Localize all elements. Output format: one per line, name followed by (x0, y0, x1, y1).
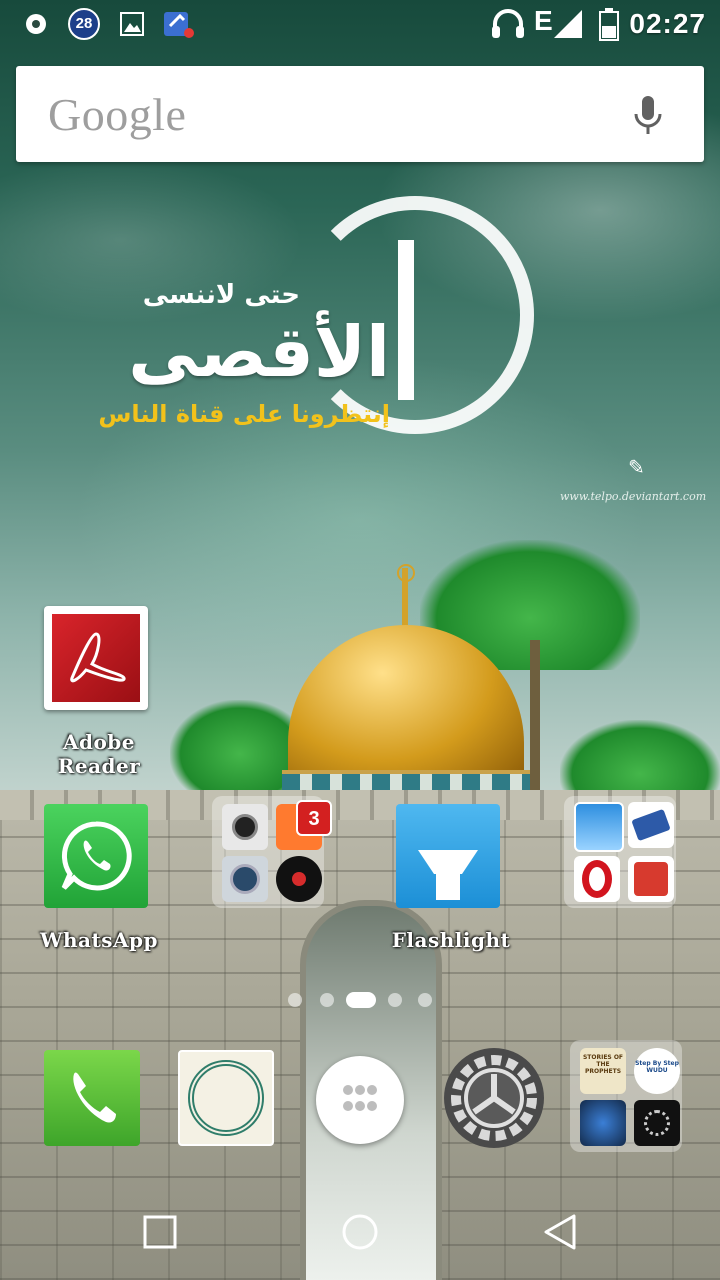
wallpaper-subtitle: إنتظرونا على قناة الناس (98, 400, 390, 428)
phone-handset-icon (73, 1072, 116, 1123)
palm-trunk (530, 640, 540, 800)
wallpaper-signature: ✎ (628, 455, 645, 479)
page-dot (320, 993, 334, 1007)
globe-icon (580, 1100, 626, 1146)
page-dot-active (346, 992, 376, 1008)
flashlight-shape-icon (418, 850, 478, 900)
islamic-folder[interactable]: STORIES OF THE PROPHETS Step By Step WUD… (570, 1040, 682, 1152)
flashlight-label[interactable]: Flashlight (376, 928, 526, 952)
app-folder-one[interactable]: 3 (212, 796, 332, 908)
wudu-icon: Step By Step WUDU (634, 1048, 680, 1094)
whatsapp-label[interactable]: WhatsApp (24, 928, 174, 952)
music-icon (276, 856, 322, 902)
back-button[interactable] (540, 1212, 580, 1252)
dock: STORIES OF THE PROPHETS Step By Step WUD… (0, 1030, 720, 1170)
wallpaper-title-large: الأقصى (128, 311, 390, 393)
page-dot (388, 993, 402, 1007)
battery-icon (599, 8, 619, 41)
headphones-icon (492, 9, 524, 38)
page-dot (418, 993, 432, 1007)
book-icon (628, 802, 674, 848)
settings-lens-icon (222, 856, 268, 902)
google-logo[interactable]: Google (48, 88, 186, 141)
page-dot (288, 993, 302, 1007)
dark-app-icon (634, 1100, 680, 1146)
microphone-icon[interactable] (632, 94, 664, 136)
status-bar: 28 E 02:27 (0, 0, 720, 50)
dome-spire (402, 568, 408, 628)
whatsapp-icon[interactable] (44, 804, 148, 908)
settings-icon[interactable] (440, 1044, 548, 1152)
phone-icon[interactable] (44, 1050, 140, 1146)
whatsapp-app[interactable]: WhatsApp (40, 804, 157, 952)
app-folder-two[interactable] (564, 796, 676, 908)
whatsapp-bubble-icon (61, 821, 132, 891)
google-search-bar[interactable]: Google (16, 66, 704, 162)
home-button[interactable] (340, 1212, 380, 1252)
notification-badge: 3 (296, 800, 332, 836)
app-icon (628, 856, 674, 902)
recents-button[interactable] (142, 1214, 178, 1250)
quran-icon[interactable] (178, 1050, 274, 1146)
stories-of-prophets-icon: STORIES OF THE PROPHETS (580, 1048, 626, 1094)
adobe-logo-bg (52, 614, 140, 702)
gallery-icon (120, 12, 144, 36)
record-icon (26, 14, 46, 34)
settings-gear-icon (444, 1048, 544, 1148)
adobe-reader-app[interactable]: Adobe Reader (44, 606, 148, 778)
adobe-reader-label[interactable]: Adobe Reader (24, 730, 174, 778)
flashlight-icon[interactable] (396, 804, 500, 908)
app-drawer-dots-icon (343, 1085, 377, 1111)
flashlight-app[interactable]: Flashlight (392, 804, 510, 952)
navigation-bar (0, 1180, 720, 1280)
clock: 02:27 (629, 8, 706, 39)
page-indicator (288, 990, 438, 1010)
adobe-reader-icon[interactable] (44, 606, 148, 710)
camera-icon (222, 804, 268, 850)
adobe-acrobat-icon (70, 632, 126, 683)
signal-icon (554, 10, 582, 38)
notification-count-icon: 28 (68, 8, 100, 40)
opera-icon (574, 856, 620, 902)
wallpaper-logo-bar (398, 240, 414, 400)
app-drawer-icon[interactable] (316, 1056, 404, 1144)
wallpaper-credit: www.telpo.deviantart.com (560, 490, 707, 503)
app-update-icon (164, 12, 194, 38)
gallery-icon (574, 802, 624, 852)
